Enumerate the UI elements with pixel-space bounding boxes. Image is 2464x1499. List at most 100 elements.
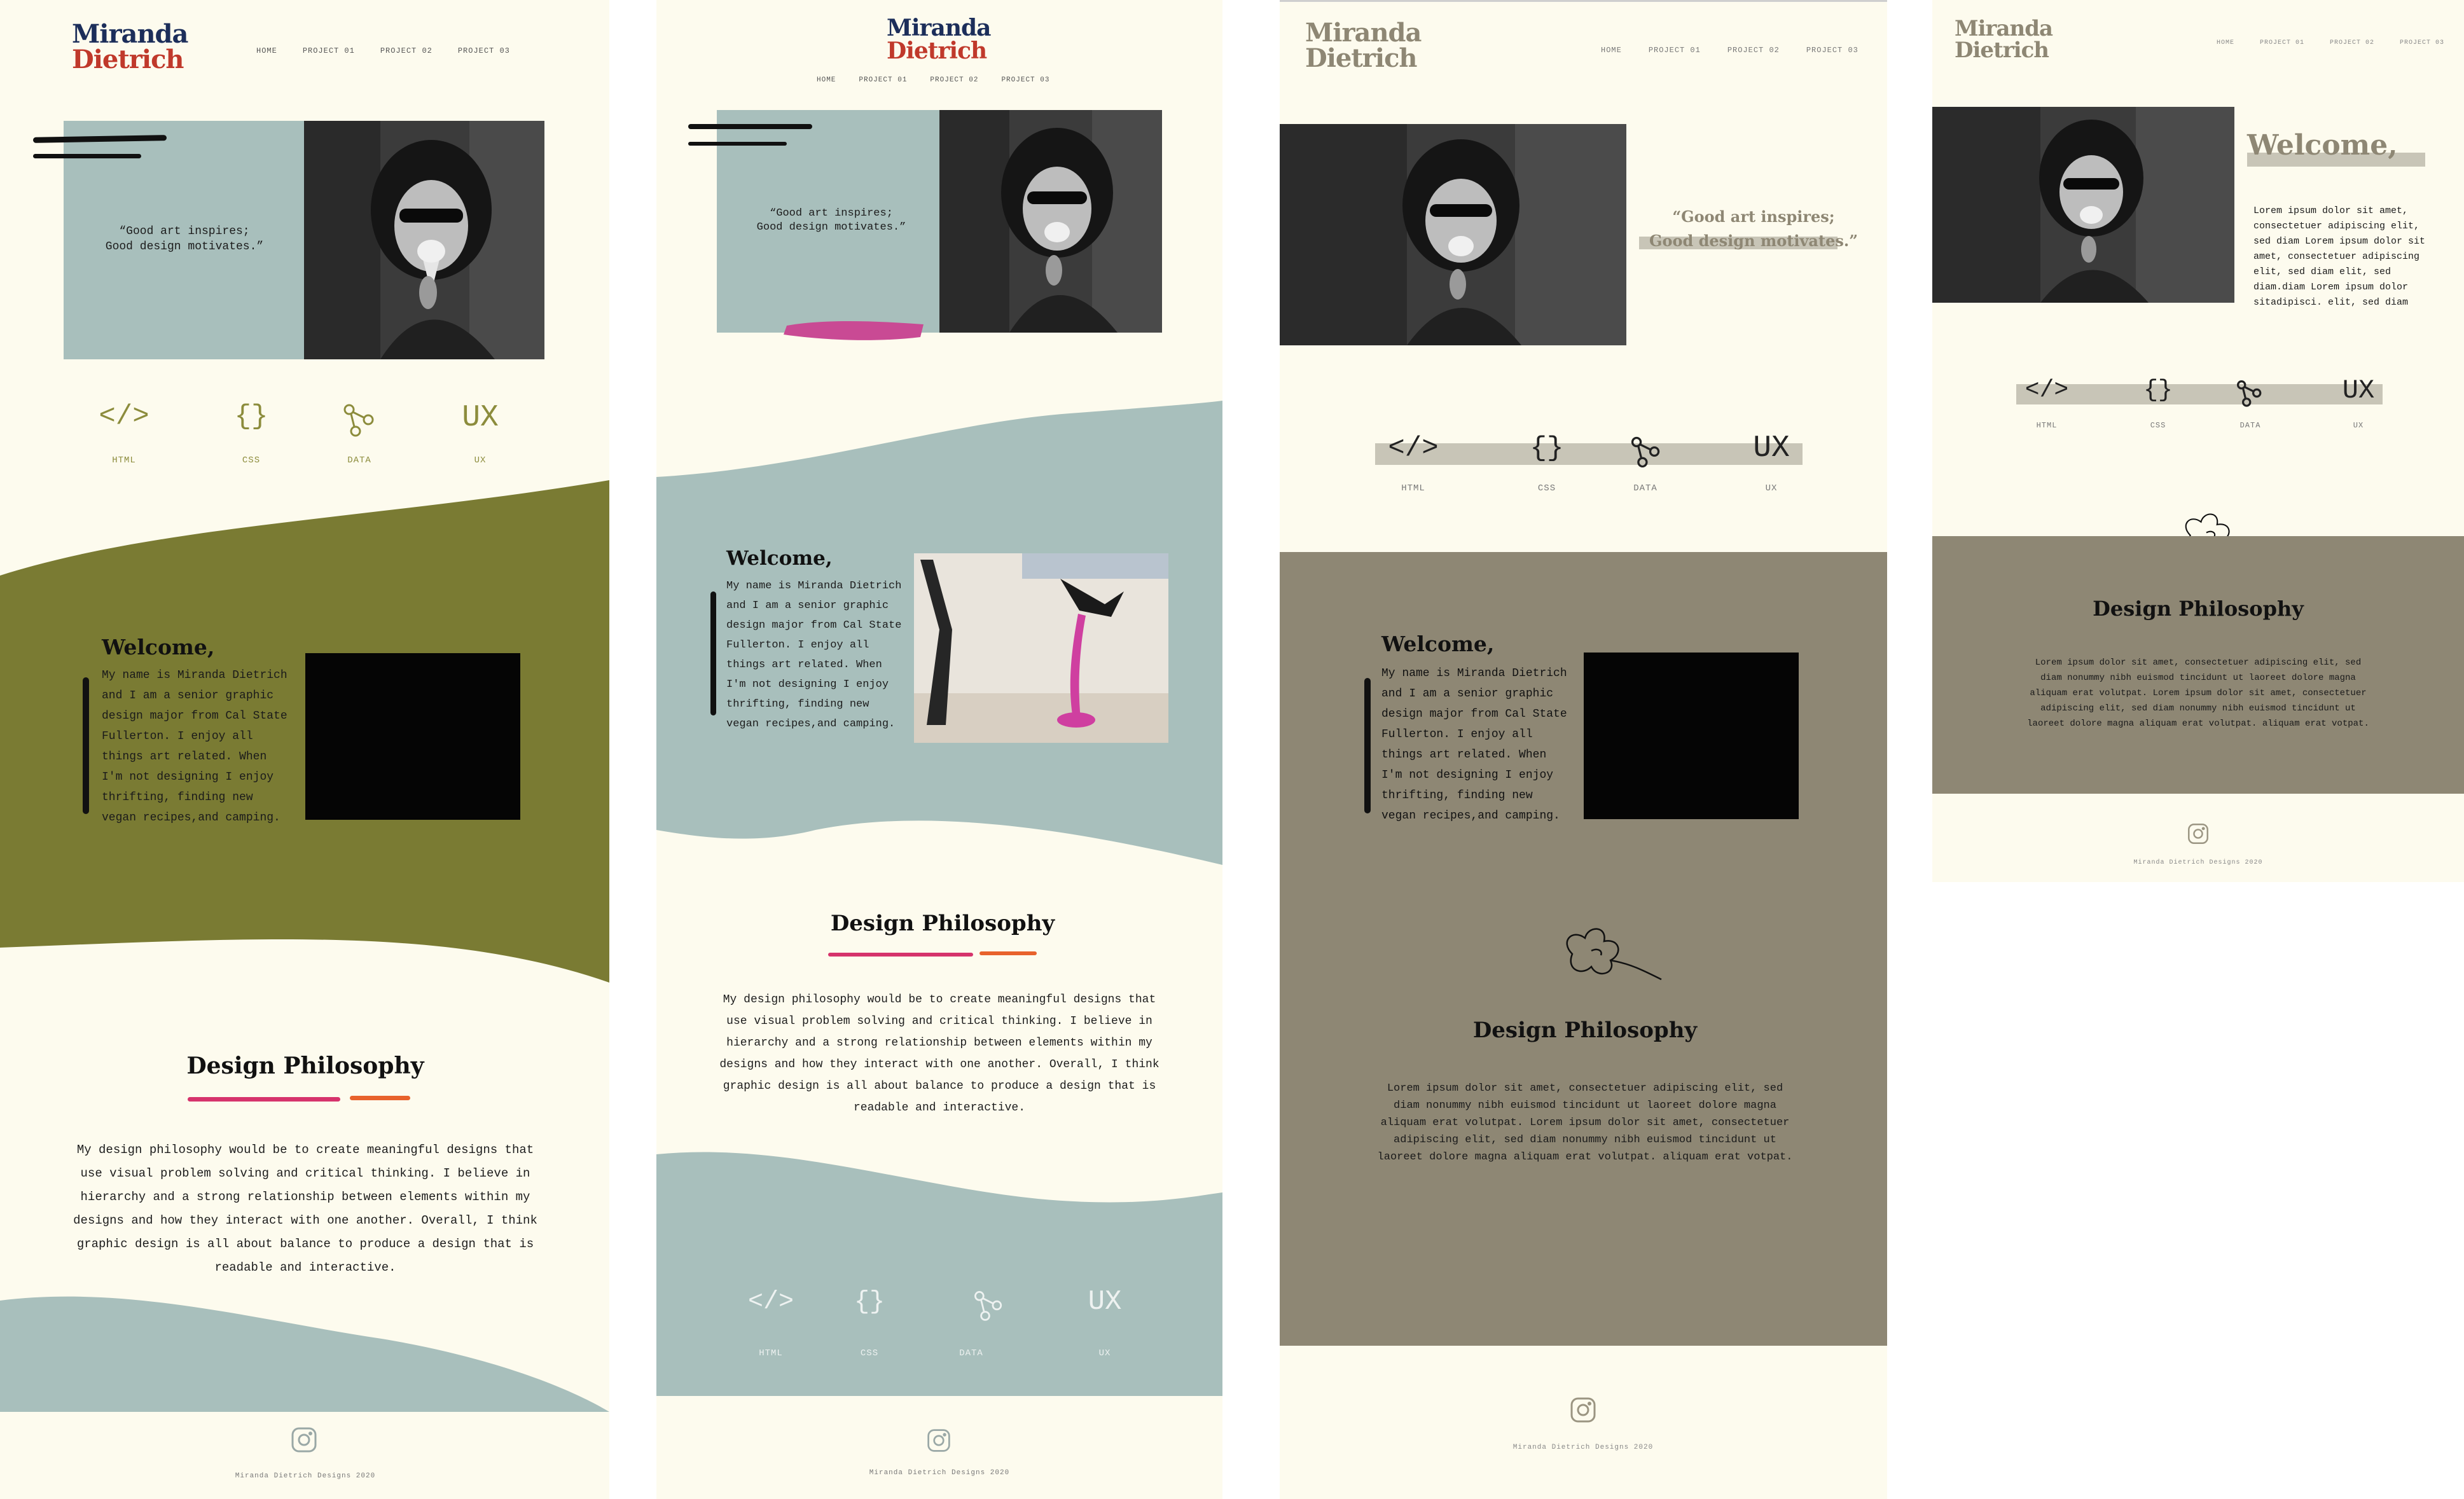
instagram-icon[interactable]: [2187, 822, 2210, 845]
brand-logo[interactable]: Miranda Dietrich: [72, 22, 188, 73]
nav-project-02[interactable]: PROJECT 02: [2330, 39, 2374, 46]
nav-home[interactable]: HOME: [256, 46, 277, 55]
welcome-text: My name is Miranda Dietrich and I am a s…: [102, 665, 287, 828]
welcome-heading: Welcome,: [2247, 129, 2398, 162]
share-nodes-icon: [1628, 434, 1664, 469]
nav-project-01[interactable]: PROJECT 01: [303, 46, 355, 55]
philosophy-line: My design philosophy would be to create …: [76, 1143, 534, 1157]
philosophy-line: aliquam erat volutpat. Lorem ipsum dolor…: [2030, 688, 2367, 698]
top-border: [1280, 0, 1887, 2]
logo-line-2: Dietrich: [887, 38, 987, 64]
ux-icon: UX: [1088, 1286, 1122, 1318]
philosophy-line: laoreet dolore magna aliquam erat volutp…: [1377, 1151, 1793, 1163]
nav-project-01[interactable]: PROJECT 01: [2260, 39, 2304, 46]
philosophy-heading: Design Philosophy: [1472, 1018, 1698, 1043]
lorem-line: elit, sed diam elit, sed: [2253, 266, 2391, 277]
lorem-line: sitadipisci. elit, sed diam: [2253, 297, 2409, 308]
lorem-line: amet, consectetuer adipiscing: [2253, 251, 2420, 262]
welcome-line: things art related. When: [1381, 749, 1547, 761]
welcome-heading: Welcome,: [102, 635, 215, 660]
philosophy-text: Lorem ipsum dolor sit amet, consectetuer…: [1324, 1080, 1846, 1166]
welcome-bar: [1364, 678, 1371, 813]
welcome-line: I'm not designing I enjoy: [1381, 769, 1554, 782]
quote-line-2: Good design motivates.”: [756, 221, 906, 233]
nav-project-02[interactable]: PROJECT 02: [1727, 46, 1780, 55]
flower-icon: [1547, 916, 1668, 986]
philosophy-line: Lorem ipsum dolor sit amet, consectetuer…: [2035, 658, 2362, 668]
skill-label-css: CSS: [242, 455, 261, 466]
welcome-line: and I am a senior graphic: [726, 600, 889, 612]
braces-icon: {}: [234, 401, 268, 432]
skills-band: [656, 1148, 1222, 1396]
instagram-icon[interactable]: [290, 1426, 318, 1454]
nav-project-03[interactable]: PROJECT 03: [1806, 46, 1858, 55]
instagram-icon[interactable]: [926, 1428, 952, 1453]
footer-copyright: Miranda Dietrich Designs 2020: [235, 1472, 376, 1480]
nav-project-03[interactable]: PROJECT 03: [458, 46, 510, 55]
portrait-photo: [1280, 124, 1626, 345]
footer-wave: [0, 1294, 609, 1412]
nav-project-01[interactable]: PROJECT 01: [1649, 46, 1701, 55]
nav-home[interactable]: HOME: [817, 76, 836, 84]
welcome-line: vegan recipes,and camping.: [726, 718, 896, 730]
portrait-photo: [939, 110, 1162, 333]
underline-orange: [350, 1096, 410, 1100]
code-icon: </>: [2024, 376, 2069, 404]
nav-home[interactable]: HOME: [1601, 46, 1622, 55]
brand-logo[interactable]: Miranda Dietrich: [887, 17, 991, 62]
philosophy-line: use visual problem solving and critical …: [80, 1166, 530, 1180]
welcome-line: things art related. When: [726, 659, 882, 671]
skill-label-css: CSS: [2150, 421, 2166, 430]
lorem-line: sed diam Lorem ipsum dolor sit: [2253, 236, 2426, 247]
logo-line-2: Dietrich: [1955, 38, 2049, 63]
philosophy-line: diam nonummy nibh euismod tincidunt ut l…: [1394, 1100, 1776, 1112]
underline-orange: [979, 951, 1037, 955]
welcome-line: and I am a senior graphic: [1381, 687, 1554, 700]
code-icon: </>: [1388, 432, 1439, 464]
nav-home[interactable]: HOME: [2217, 39, 2234, 46]
skill-label-data: DATA: [959, 1348, 983, 1358]
philosophy-line: diam nonummy nibh euismod tincidunt ut l…: [2040, 673, 2356, 683]
philosophy-line: designs and how they interact with one a…: [73, 1213, 537, 1227]
welcome-line: thrifting, finding new: [726, 698, 869, 710]
philosophy-line: adipiscing elit, sed diam nonummy nibh e…: [2040, 703, 2356, 714]
skill-label-data: DATA: [2239, 421, 2261, 430]
philosophy-text: My design philosophy would be to create …: [701, 989, 1178, 1119]
welcome-line: Fullerton. I enjoy all: [726, 639, 869, 651]
brand-logo[interactable]: Miranda Dietrich: [1955, 18, 2053, 63]
welcome-line: and I am a senior graphic: [102, 689, 274, 702]
nav-project-01[interactable]: PROJECT 01: [859, 76, 907, 84]
skill-label-data: DATA: [1633, 483, 1658, 494]
video-placeholder[interactable]: [1584, 653, 1799, 819]
logo-line-1: Miranda: [72, 19, 188, 49]
philosophy-line: graphic design is all about balance to p…: [76, 1237, 534, 1251]
welcome-line: design major from Cal State: [102, 710, 287, 722]
nav-project-02[interactable]: PROJECT 02: [380, 46, 433, 55]
instagram-icon[interactable]: [1569, 1396, 1597, 1424]
quote-line-1: “Good art inspires;: [119, 225, 250, 238]
welcome-line: My name is Miranda Dietrich: [1381, 667, 1567, 680]
philosophy-text: My design philosophy would be to create …: [48, 1138, 563, 1280]
welcome-bar: [710, 591, 716, 715]
hero-quote: “Good art inspires; Good design motivate…: [76, 224, 293, 254]
nav-project-03[interactable]: PROJECT 03: [2400, 39, 2444, 46]
ux-icon: UX: [2342, 375, 2375, 406]
hero-quote: “Good art inspires; Good design motivate…: [1633, 205, 1874, 253]
welcome-line: things art related. When: [102, 750, 267, 763]
nav-project-03[interactable]: PROJECT 03: [1001, 76, 1049, 84]
top-nav: HOME PROJECT 01 PROJECT 02 PROJECT 03: [817, 76, 1049, 84]
philosophy-line: laoreet dolore magna aliquam erat volutp…: [2027, 719, 2369, 729]
video-placeholder[interactable]: [305, 653, 520, 820]
pink-brush-stroke: [784, 318, 927, 343]
quote-line-1: “Good art inspires;: [1672, 207, 1835, 226]
brand-logo[interactable]: Miranda Dietrich: [1305, 20, 1422, 71]
nav-project-02[interactable]: PROJECT 02: [930, 76, 978, 84]
philosophy-heading: Design Philosophy: [2093, 597, 2304, 621]
skill-label-ux: UX: [2353, 421, 2364, 430]
welcome-line: design major from Cal State: [1381, 708, 1567, 721]
mockup-taupe-compact: Miranda Dietrich HOME PROJECT 01 PROJECT…: [1932, 0, 2464, 882]
logo-line-1: Miranda: [887, 15, 991, 41]
skill-label-ux: UX: [1765, 483, 1778, 494]
welcome-line: vegan recipes,and camping.: [1381, 810, 1560, 822]
philosophy-text: Lorem ipsum dolor sit amet, consectetuer…: [1951, 655, 2445, 731]
